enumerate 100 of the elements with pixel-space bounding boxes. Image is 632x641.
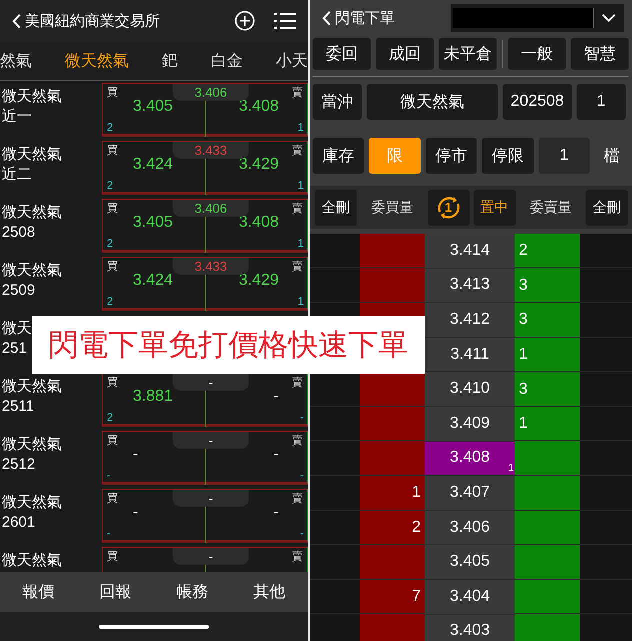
- contract-name[interactable]: 微天 251: [0, 319, 32, 359]
- last-price: 3.406: [173, 84, 249, 101]
- sell-label: 賣: [292, 492, 303, 506]
- ask-quantity: 3: [519, 276, 528, 295]
- product-tab[interactable]: 白金: [211, 50, 243, 72]
- ask-price: -: [274, 446, 279, 464]
- ask-quantity: 1: [298, 180, 304, 192]
- ask-price: 3.429: [238, 156, 279, 174]
- bid-quantity: 2: [412, 519, 421, 538]
- delete-all-button[interactable]: 全刪: [315, 190, 357, 226]
- ask-column[interactable]: 2 3 3 1 3 1: [515, 234, 580, 641]
- bid-price: 3.405: [133, 214, 174, 232]
- bid-quantity: 2: [107, 238, 114, 250]
- mode-button[interactable]: 智慧: [571, 38, 629, 70]
- contract-name[interactable]: 微天然氣 2511: [0, 377, 62, 417]
- contract-name[interactable]: 微天然氣: [0, 551, 62, 571]
- contract-name[interactable]: 微天然氣 2601: [0, 493, 62, 533]
- bid-quantity: 1: [412, 484, 421, 502]
- bid-price: 3.405: [133, 98, 174, 116]
- price-type-button[interactable]: 停限: [482, 138, 534, 174]
- column-header: 委賣量: [528, 198, 573, 216]
- delete-all-button[interactable]: 全刪: [586, 190, 628, 226]
- view-button[interactable]: 未平倉: [439, 38, 497, 70]
- product-tab[interactable]: 微天然氣: [65, 50, 129, 72]
- ask-price: 3.429: [238, 272, 279, 290]
- add-icon[interactable]: [234, 10, 256, 32]
- contract-name[interactable]: 微天然氣 2508: [0, 203, 62, 243]
- ask-quantity: 1: [519, 415, 528, 434]
- view-button[interactable]: 成回: [376, 38, 434, 70]
- ask-quantity: 3: [519, 311, 528, 330]
- home-indicator[interactable]: [99, 624, 209, 628]
- buy-label: 買: [107, 86, 118, 100]
- buy-label: 買: [107, 550, 118, 564]
- inventory-button[interactable]: 庫存: [313, 138, 364, 174]
- ask-quantity: 2: [519, 242, 528, 260]
- nav-tab[interactable]: 其他: [254, 582, 286, 602]
- ask-quantity: -: [300, 412, 304, 424]
- quote-box[interactable]: 買 3.406 賣 3.405 3.408 2 1: [102, 83, 308, 137]
- sell-label: 賣: [292, 434, 303, 448]
- nav-tab[interactable]: 報價: [22, 582, 54, 602]
- quote-box[interactable]: 買 - 賣 - - - -: [102, 489, 308, 543]
- product-tab[interactable]: 小天: [276, 50, 308, 72]
- ask-quantity: 1: [519, 346, 528, 364]
- nav-tab[interactable]: 回報: [100, 582, 132, 602]
- bid-quantity: 2: [107, 412, 114, 424]
- refresh-button[interactable]: 1: [428, 190, 470, 226]
- back-icon[interactable]: [322, 10, 331, 26]
- back-icon[interactable]: [12, 14, 21, 28]
- product-tab[interactable]: 然氣: [0, 50, 32, 72]
- quote-box[interactable]: 買 3.433 賣 3.424 3.429 2 1: [102, 257, 308, 311]
- bid-price: -: [133, 504, 138, 522]
- sell-label: 賣: [292, 202, 303, 216]
- view-button[interactable]: 委回: [313, 38, 371, 70]
- quote-box[interactable]: 買 - 賣 - - - -: [102, 431, 308, 485]
- quote-box[interactable]: 買 3.433 賣 3.424 3.429 2 1: [102, 141, 308, 195]
- bid-price: -: [133, 446, 138, 464]
- sell-label: 賣: [292, 550, 303, 564]
- day-trade-button[interactable]: 當沖: [313, 84, 362, 120]
- buy-label: 買: [107, 376, 118, 390]
- last-price: 3.433: [173, 142, 249, 159]
- sell-label: 賣: [292, 144, 303, 158]
- ask-price: -: [274, 504, 279, 522]
- quote-box[interactable]: 買 - 賣 3.881 - 2 -: [102, 373, 308, 427]
- product-selector[interactable]: 微天然氣: [367, 84, 498, 120]
- column-header: 委買量: [370, 198, 414, 216]
- nav-tab[interactable]: 帳務: [176, 582, 208, 602]
- price-cell[interactable]: 3.413: [425, 268, 515, 304]
- last-price: -: [173, 374, 249, 391]
- contract-name[interactable]: 微天然氣 2512: [0, 435, 62, 475]
- price-cell[interactable]: 3.408 1: [425, 442, 515, 476]
- quantity-field[interactable]: 1: [577, 84, 626, 120]
- price-type-button[interactable]: 停市: [426, 138, 478, 174]
- quote-box[interactable]: 買 3.406 賣 3.405 3.408 2 1: [102, 199, 308, 253]
- chevron-down-icon[interactable]: [602, 13, 616, 23]
- bid-quantity: 2: [107, 122, 114, 134]
- ask-price: 3.408: [238, 98, 279, 116]
- ask-price: 3.408: [238, 214, 279, 232]
- ask-quantity: 3: [519, 380, 528, 399]
- last-price: 3.406: [173, 200, 249, 217]
- month-selector[interactable]: 202508: [503, 84, 572, 120]
- product-tab[interactable]: 鈀: [162, 50, 178, 72]
- ask-quantity: 1: [298, 238, 304, 250]
- buy-label: 買: [107, 202, 118, 216]
- ask-price: -: [274, 388, 279, 406]
- contract-name[interactable]: 微天然氣 近二: [0, 145, 62, 185]
- contract-name[interactable]: 微天然氣 2509: [0, 261, 62, 301]
- last-price: 3.433: [173, 258, 249, 275]
- ask-quantity: -: [300, 470, 304, 482]
- mode-button[interactable]: 一般: [508, 38, 566, 70]
- bid-quantity: -: [107, 528, 111, 540]
- center-button[interactable]: 置中: [474, 190, 516, 226]
- last-price: -: [173, 432, 249, 449]
- ticks-field[interactable]: 1: [538, 138, 590, 174]
- contract-name[interactable]: 微天然氣 近一: [0, 87, 62, 127]
- caption-overlay: 閃電下單免打價格快速下單: [32, 316, 425, 374]
- bid-quantity: 7: [412, 588, 421, 606]
- menu-icon[interactable]: [274, 12, 296, 30]
- screen-title: 美國紐約商業交易所: [25, 12, 160, 30]
- bid-price: 3.424: [133, 156, 174, 174]
- ask-quantity: -: [300, 528, 304, 540]
